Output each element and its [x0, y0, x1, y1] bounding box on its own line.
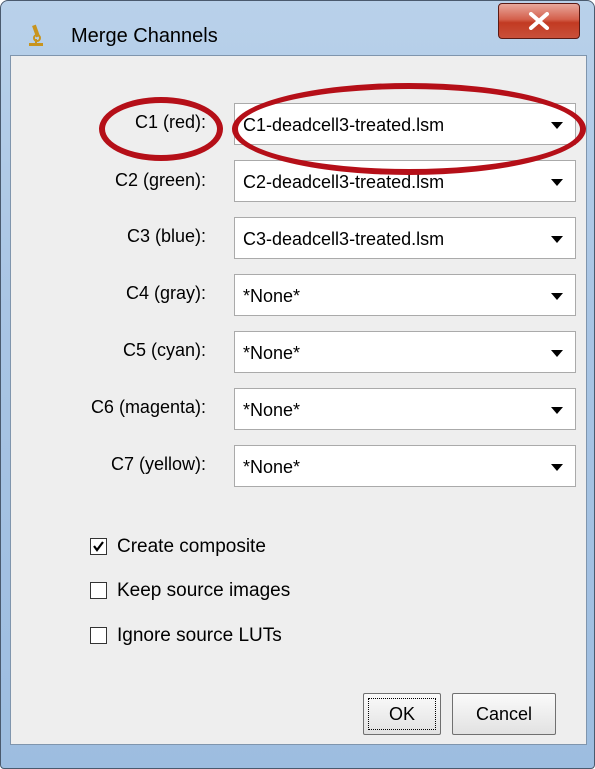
channel-label-c4: C4 (gray): [125, 283, 206, 303]
chevron-down-icon [551, 122, 563, 129]
ignore-source-luts-label: Ignore source LUTs [117, 625, 282, 646]
window-title: Merge Channels [71, 25, 218, 47]
channel-label-c2: C2 (green): [114, 170, 206, 190]
ignore-source-luts-checkbox[interactable] [90, 627, 107, 644]
dialog-body: C1 (red): C1-deadcell3-treated.lsm C2 (g… [10, 55, 587, 745]
channel-value-c3: C3-deadcell3-treated.lsm [243, 229, 445, 249]
channel-select-c5[interactable]: *None* [234, 331, 576, 373]
channel-select-c2[interactable]: C2-deadcell3-treated.lsm [234, 160, 576, 202]
channel-value-c6: *None* [243, 400, 301, 420]
create-composite-checkbox[interactable] [90, 538, 107, 555]
channel-select-c1[interactable]: C1-deadcell3-treated.lsm [234, 103, 576, 145]
channel-select-c6[interactable]: *None* [234, 388, 576, 430]
close-x-icon [529, 12, 549, 30]
cancel-button-label: Cancel [475, 704, 533, 724]
channel-label-c3: C3 (blue): [126, 226, 206, 246]
chevron-down-icon [551, 293, 563, 300]
channel-select-c7[interactable]: *None* [234, 445, 576, 487]
chevron-down-icon [551, 236, 563, 243]
channel-select-c3[interactable]: C3-deadcell3-treated.lsm [234, 217, 576, 259]
checkmark-icon [93, 541, 104, 552]
imagej-microscope-icon [29, 24, 43, 46]
channel-value-c7: *None* [243, 457, 301, 477]
chevron-down-icon [551, 350, 563, 357]
channel-label-c6: C6 (magenta): [90, 397, 206, 417]
chevron-down-icon [551, 407, 563, 414]
focus-ring [368, 698, 436, 730]
close-button[interactable] [498, 3, 580, 39]
chevron-down-icon [551, 179, 563, 186]
ok-button[interactable]: OK [363, 693, 441, 735]
create-composite-label: Create composite [117, 536, 266, 557]
channel-label-c7: C7 (yellow): [110, 454, 206, 474]
channel-value-c2: C2-deadcell3-treated.lsm [243, 172, 445, 192]
merge-channels-window: Merge Channels C1 (red): C1-deadcell3-tr… [0, 0, 595, 769]
keep-source-images-label: Keep source images [117, 580, 291, 601]
chevron-down-icon [551, 464, 563, 471]
channel-value-c5: *None* [243, 343, 301, 363]
channel-value-c1: C1-deadcell3-treated.lsm [243, 115, 445, 135]
channel-label-c5: C5 (cyan): [122, 340, 206, 360]
channel-value-c4: *None* [243, 286, 301, 306]
cancel-button[interactable]: Cancel [452, 693, 556, 735]
keep-source-images-checkbox[interactable] [90, 582, 107, 599]
channel-select-c4[interactable]: *None* [234, 274, 576, 316]
title-bar[interactable]: Merge Channels [1, 1, 594, 55]
channel-label-c1: C1 (red): [134, 112, 206, 132]
